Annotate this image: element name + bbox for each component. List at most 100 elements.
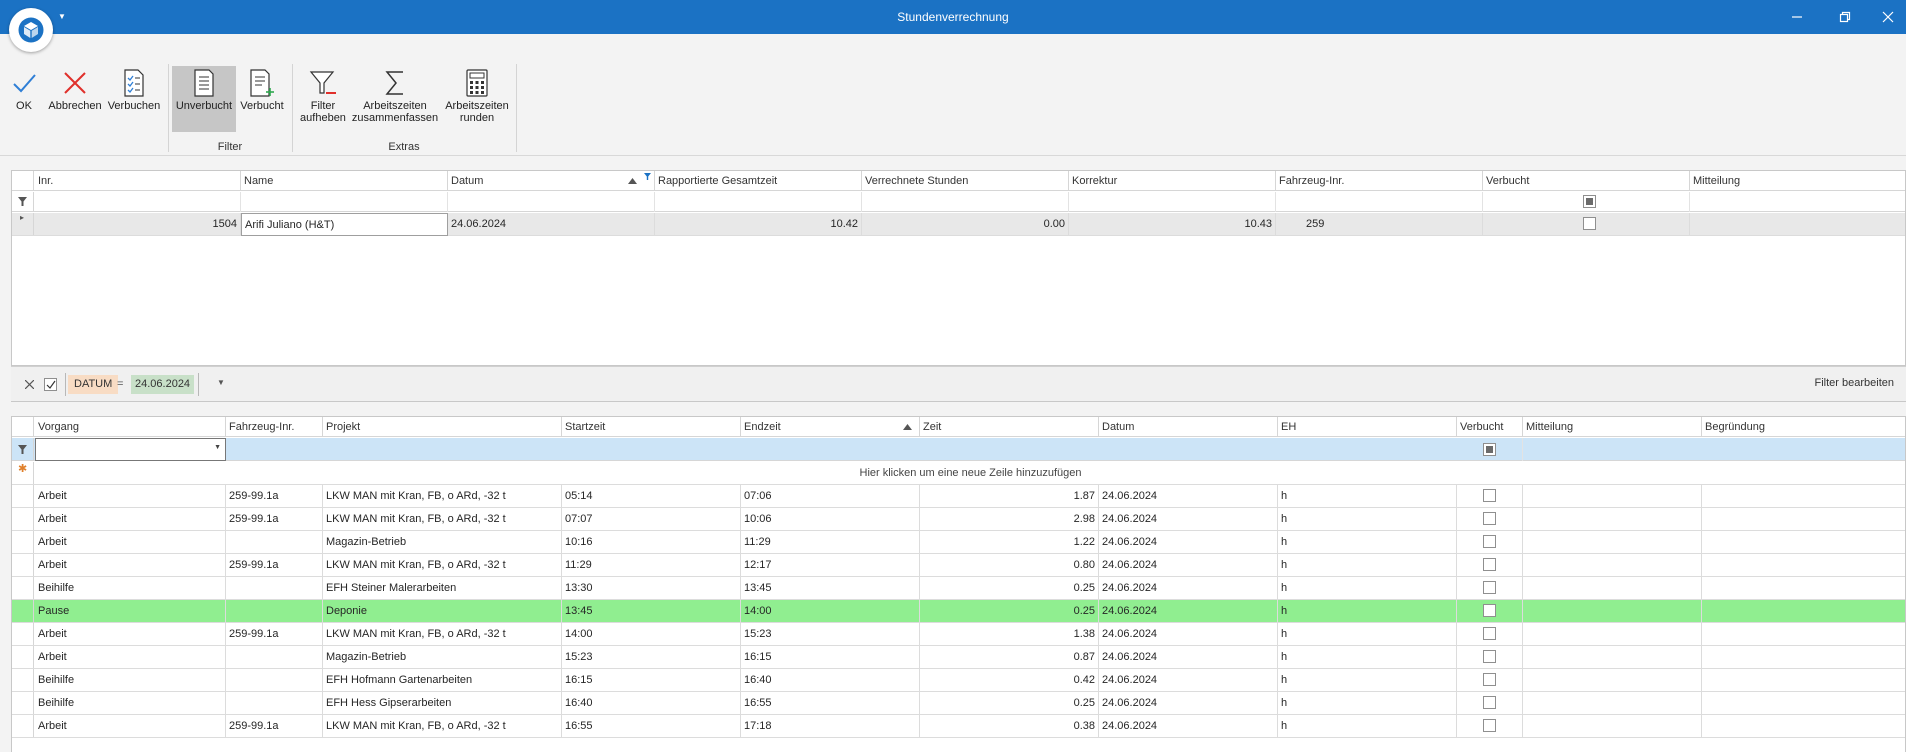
col-header-eh[interactable]: EH	[1278, 417, 1457, 437]
cell-fahrzeug[interactable]	[226, 646, 323, 669]
cell-mitteilung[interactable]	[1523, 554, 1702, 577]
table-row[interactable]: Pause Deponie 13:45 14:00 0.25 24.06.2024 h	[12, 600, 1905, 623]
cell-startzeit[interactable]: 15:23	[562, 646, 741, 669]
cell-fahrzeug[interactable]: 259-99.1a	[226, 623, 323, 646]
cell-zeit[interactable]: 0.87	[920, 646, 1099, 669]
cell-startzeit[interactable]: 14:00	[562, 623, 741, 646]
arbeitszeiten-zusammenfassen-button[interactable]: Arbeitszeiten zusammenfassen	[352, 66, 438, 132]
col-header-inr[interactable]: Inr.	[35, 171, 241, 191]
clear-filter-icon[interactable]	[25, 380, 34, 389]
cell-mitteilung[interactable]	[1523, 715, 1702, 738]
cell-mitteilung[interactable]	[1523, 508, 1702, 531]
cell-begruendung[interactable]	[1702, 485, 1906, 508]
col-header-name[interactable]: Name	[241, 171, 448, 191]
abbrechen-button[interactable]: Abbrechen	[46, 66, 104, 132]
cell-zeit[interactable]: 0.42	[920, 669, 1099, 692]
cell-zeit[interactable]: 2.98	[920, 508, 1099, 531]
verbucht-checkbox[interactable]	[1483, 512, 1496, 525]
cell-datum[interactable]: 24.06.2024	[1099, 600, 1278, 623]
cell-projekt[interactable]: EFH Hess Gipserarbeiten	[323, 692, 562, 715]
col-header-datum[interactable]: Datum	[1099, 417, 1278, 437]
filter-bearbeiten-link[interactable]: Filter bearbeiten	[1815, 377, 1895, 389]
col-header-projekt[interactable]: Projekt	[323, 417, 562, 437]
verbucht-checkbox[interactable]	[1483, 535, 1496, 548]
verbucht-checkbox[interactable]	[1583, 217, 1596, 230]
cell-endzeit[interactable]: 15:23	[741, 623, 920, 646]
cell-verbucht[interactable]	[1457, 715, 1523, 738]
cell-projekt[interactable]: LKW MAN mit Kran, FB, o ARd, -32 t	[323, 715, 562, 738]
cell-zeit[interactable]: 0.38	[920, 715, 1099, 738]
table-row[interactable]: Arbeit 259-99.1a LKW MAN mit Kran, FB, o A…	[12, 508, 1905, 531]
cell-begruendung[interactable]	[1702, 531, 1906, 554]
cell-mitteilung[interactable]	[1523, 669, 1702, 692]
cell-name[interactable]: Arifi Juliano (H&T)	[241, 213, 448, 236]
cell-verbucht[interactable]	[1483, 213, 1690, 236]
minimize-button[interactable]	[1774, 0, 1820, 34]
cell-startzeit[interactable]: 16:40	[562, 692, 741, 715]
cell-fahrzeug[interactable]: 259-99.1a	[226, 554, 323, 577]
table-row[interactable]: Arbeit 259-99.1a LKW MAN mit Kran, FB, o A…	[12, 715, 1905, 738]
cell-datum[interactable]: 24.06.2024	[1099, 554, 1278, 577]
cell-startzeit[interactable]: 13:45	[562, 600, 741, 623]
col-header-fahrzeug[interactable]: Fahrzeug-Inr.	[226, 417, 323, 437]
cell-begruendung[interactable]	[1702, 669, 1906, 692]
cell-verbucht[interactable]	[1457, 531, 1523, 554]
verbucht-checkbox[interactable]	[1483, 627, 1496, 640]
verbucht-checkbox[interactable]	[1483, 719, 1496, 732]
cell-vorgang[interactable]: Arbeit	[35, 485, 226, 508]
filter-cell[interactable]	[1483, 192, 1690, 212]
cell-eh[interactable]: h	[1278, 485, 1457, 508]
cell-verbucht[interactable]	[1457, 669, 1523, 692]
filter-cell[interactable]	[35, 192, 241, 212]
arbeitszeiten-runden-button[interactable]: Arbeitszeiten runden	[442, 66, 512, 132]
cell-datum[interactable]: 24.06.2024	[1099, 508, 1278, 531]
cell-mitteilung[interactable]	[1523, 600, 1702, 623]
cell-fahrzeug[interactable]: 259-99.1a	[226, 485, 323, 508]
verbucht-checkbox[interactable]	[1483, 696, 1496, 709]
table-row[interactable]: Arbeit 259-99.1a LKW MAN mit Kran, FB, o A…	[12, 554, 1905, 577]
quick-access-dropdown-icon[interactable]: ▼	[58, 12, 66, 21]
cell-zeit[interactable]: 0.25	[920, 692, 1099, 715]
cell-startzeit[interactable]: 13:30	[562, 577, 741, 600]
cell-fahrzeug[interactable]: 259	[1276, 213, 1483, 236]
cell-datum[interactable]: 24.06.2024	[1099, 715, 1278, 738]
col-header-begruendung[interactable]: Begründung	[1702, 417, 1906, 437]
cell-endzeit[interactable]: 07:06	[741, 485, 920, 508]
table-row[interactable]: Beihilfe EFH Hess Gipserarbeiten 16:40 16:5…	[12, 692, 1905, 715]
cell-fahrzeug[interactable]	[226, 692, 323, 715]
cell-begruendung[interactable]	[1702, 600, 1906, 623]
new-row-hint[interactable]: Hier klicken um eine neue Zeile hinzuzuf…	[35, 462, 1906, 485]
cell-verbucht[interactable]	[1457, 577, 1523, 600]
cell-verbucht[interactable]	[1457, 646, 1523, 669]
cell-verbucht[interactable]	[1457, 692, 1523, 715]
cell-begruendung[interactable]	[1702, 554, 1906, 577]
filter-cell[interactable]	[1690, 192, 1906, 212]
cell-zeit[interactable]: 1.22	[920, 531, 1099, 554]
cell-verbucht[interactable]	[1457, 485, 1523, 508]
col-header-endzeit[interactable]: Endzeit	[741, 417, 920, 437]
cell-vorgang[interactable]: Arbeit	[35, 623, 226, 646]
cell-eh[interactable]: h	[1278, 531, 1457, 554]
cell-zeit[interactable]: 0.80	[920, 554, 1099, 577]
cell-eh[interactable]: h	[1278, 646, 1457, 669]
cell-zeit[interactable]: 0.25	[920, 600, 1099, 623]
filter-aufheben-button[interactable]: Filter aufheben	[298, 66, 348, 132]
cell-begruendung[interactable]	[1702, 715, 1906, 738]
col-header-datum[interactable]: Datum	[448, 171, 655, 191]
col-header-verbucht[interactable]: Verbucht	[1457, 417, 1523, 437]
cell-eh[interactable]: h	[1278, 692, 1457, 715]
table-row[interactable]: Arbeit 259-99.1a LKW MAN mit Kran, FB, o A…	[12, 623, 1905, 646]
cell-endzeit[interactable]: 13:45	[741, 577, 920, 600]
cell-endzeit[interactable]: 10:06	[741, 508, 920, 531]
cell-begruendung[interactable]	[1702, 646, 1906, 669]
col-header-zeit[interactable]: Zeit	[920, 417, 1099, 437]
ok-button[interactable]: OK	[8, 66, 40, 132]
cell-datum[interactable]: 24.06.2024	[1099, 692, 1278, 715]
table-row[interactable]: Beihilfe EFH Hofmann Gartenarbeiten 16:15 1…	[12, 669, 1905, 692]
vorgang-filter-dropdown[interactable]: ▼	[35, 438, 226, 461]
filter-cell[interactable]	[1069, 192, 1276, 212]
cell-begruendung[interactable]	[1702, 508, 1906, 531]
cell-eh[interactable]: h	[1278, 669, 1457, 692]
verbucht-checkbox[interactable]	[1483, 489, 1496, 502]
filter-cell[interactable]	[448, 192, 655, 212]
